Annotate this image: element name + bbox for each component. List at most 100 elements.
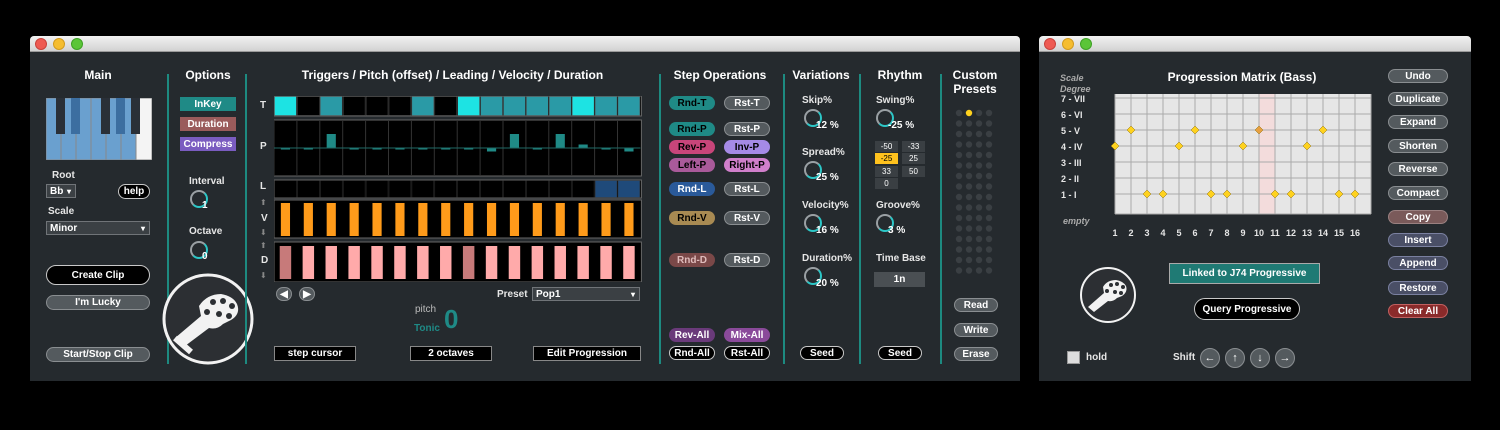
rst-all-button[interactable]: Rst-All [724, 346, 770, 360]
column-label[interactable]: 14 [1318, 228, 1328, 238]
nav-left-icon[interactable]: ◀ [276, 287, 292, 301]
leading-step[interactable] [457, 180, 480, 198]
step-cursor-button[interactable]: step cursor [274, 346, 356, 361]
preset-slot[interactable] [975, 120, 983, 127]
trigger-step[interactable] [434, 96, 457, 116]
shift-down-icon[interactable]: ↓ [1250, 348, 1270, 368]
preset-slot[interactable] [985, 225, 993, 232]
preset-slot[interactable] [955, 151, 963, 159]
compress-toggle[interactable]: Compress [180, 137, 236, 151]
trigger-step[interactable] [503, 96, 526, 116]
preset-slot[interactable] [965, 151, 973, 159]
preset-slot[interactable] [975, 151, 983, 159]
timebase-value[interactable]: 1n [874, 272, 925, 287]
rst-p-button[interactable]: Rst-P [724, 122, 770, 136]
degree-label[interactable]: 5 - V [1061, 126, 1080, 136]
preset-slot[interactable] [955, 141, 963, 148]
preset-slot[interactable] [955, 246, 963, 253]
scale-dropdown[interactable]: Minor ▾ [46, 221, 150, 235]
degree-label[interactable]: 6 - VI [1061, 110, 1083, 120]
octaves-button[interactable]: 2 octaves [410, 346, 492, 361]
preset-slot[interactable] [985, 214, 993, 222]
degree-label[interactable]: 4 - IV [1061, 142, 1083, 152]
rnd-t-button[interactable]: Rnd-T [669, 96, 715, 110]
append-button[interactable]: Append [1388, 256, 1448, 270]
leading-step[interactable] [480, 180, 503, 198]
preset-slot[interactable] [965, 162, 973, 169]
restore-button[interactable]: Restore [1388, 281, 1448, 295]
column-label[interactable]: 13 [1302, 228, 1312, 238]
swing-preset-selected[interactable]: -25 [875, 153, 898, 164]
erase-button[interactable]: Erase [954, 347, 998, 361]
swing-preset[interactable]: -33 [902, 141, 925, 152]
preset-slot[interactable] [985, 172, 993, 180]
preset-slot[interactable] [975, 109, 983, 117]
duration-bar[interactable] [394, 246, 406, 279]
duration-bar[interactable] [508, 246, 521, 279]
leading-step[interactable] [434, 180, 457, 198]
preset-slot[interactable] [975, 256, 983, 264]
trigger-step[interactable] [365, 96, 389, 116]
column-label[interactable]: 5 [1176, 228, 1181, 238]
root-dropdown[interactable]: Bb ▾ [46, 184, 76, 198]
rev-all-button[interactable]: Rev-All [669, 328, 715, 342]
duration-bar[interactable] [302, 246, 315, 279]
velocity-bar[interactable] [555, 203, 565, 236]
leading-step[interactable] [526, 180, 549, 198]
column-label[interactable]: 11 [1270, 228, 1280, 238]
swing-preset[interactable]: 0 [875, 178, 898, 189]
preset-slot[interactable] [975, 204, 983, 211]
velocity-bar[interactable] [578, 203, 588, 236]
swing-preset[interactable]: -50 [875, 141, 898, 152]
rnd-v-button[interactable]: Rnd-V [669, 211, 715, 225]
duration-bar[interactable] [531, 246, 544, 279]
trigger-step[interactable] [457, 96, 480, 116]
velocity-bar[interactable] [601, 203, 611, 236]
velocity-bar[interactable] [372, 203, 382, 236]
im-lucky-button[interactable]: I'm Lucky [46, 295, 150, 310]
column-label[interactable]: 2 [1128, 228, 1133, 238]
preset-slot[interactable] [955, 267, 963, 274]
preset-slot[interactable] [975, 162, 983, 169]
preset-slot[interactable] [955, 193, 963, 201]
duration-bar[interactable] [348, 246, 360, 279]
help-button[interactable]: help [118, 184, 150, 199]
clear-all-button[interactable]: Clear All [1388, 304, 1448, 318]
leading-step[interactable] [365, 180, 389, 198]
preset-slot[interactable] [985, 162, 993, 169]
velocity-bar[interactable] [509, 203, 520, 236]
velocity-bar[interactable] [532, 203, 542, 236]
velocity-bar[interactable] [280, 203, 291, 236]
preset-slot[interactable] [975, 235, 983, 243]
trigger-step[interactable] [480, 96, 503, 116]
leading-step[interactable] [617, 180, 641, 198]
left-p-button[interactable]: Left-P [669, 158, 715, 172]
duration-bar[interactable] [417, 246, 429, 279]
column-label[interactable]: 9 [1240, 228, 1245, 238]
trigger-step[interactable] [274, 96, 297, 116]
preset-slot[interactable] [975, 130, 983, 138]
leading-step[interactable] [571, 180, 595, 198]
column-label[interactable]: 12 [1286, 228, 1296, 238]
close-icon[interactable] [35, 38, 47, 50]
preset-slot[interactable] [955, 109, 963, 117]
velocity-bar[interactable] [349, 203, 359, 236]
copy-button[interactable]: Copy [1388, 210, 1448, 224]
variations-seed-button[interactable]: Seed [800, 346, 844, 360]
preset-slot[interactable] [985, 130, 993, 138]
preset-slot[interactable] [975, 141, 983, 148]
step-sequencer[interactable] [274, 96, 642, 282]
column-label[interactable]: 8 [1224, 228, 1229, 238]
shift-left-icon[interactable]: ← [1200, 348, 1220, 368]
degree-label[interactable]: 7 - VII [1061, 94, 1085, 104]
duration-bar[interactable] [371, 246, 383, 279]
preset-slot[interactable] [975, 183, 983, 190]
insert-button[interactable]: Insert [1388, 233, 1448, 247]
preset-slot[interactable] [965, 193, 973, 201]
preset-slot[interactable] [965, 172, 973, 180]
trigger-step[interactable] [411, 96, 435, 116]
v-arrows-icon[interactable]: ⬆ ⬇ [260, 198, 267, 238]
shorten-button[interactable]: Shorten [1388, 139, 1448, 153]
matrix-highlight-column[interactable] [1259, 94, 1275, 214]
trigger-step[interactable] [526, 96, 549, 116]
